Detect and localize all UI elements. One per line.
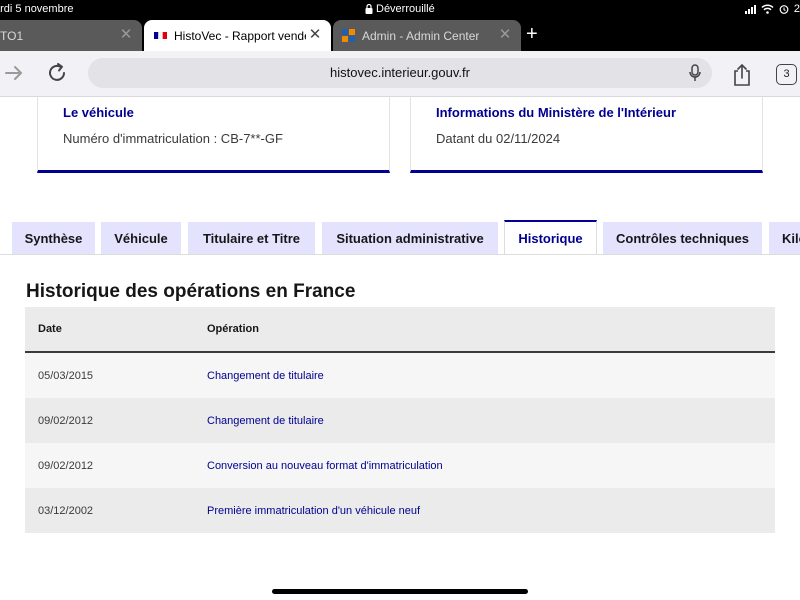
url-text: histovec.interieur.gouv.fr [330,65,470,80]
unlock-label: Déverrouillé [376,3,435,15]
address-bar[interactable]: histovec.interieur.gouv.fr [88,58,712,88]
browser-tab-title: HistoVec - Rapport vendeur [174,28,306,43]
status-bar: ardi 5 novembre Déverrouillé 2 [0,0,800,20]
history-panel: Historique des opérations en France Date… [0,255,800,600]
cellular-signal-icon [744,4,756,14]
alarm-icon [779,5,789,14]
browser-tab-active[interactable]: HistoVec - Rapport vendeur ✕ [144,20,331,51]
page-content: Le véhicule Numéro d'immatriculation : C… [0,97,800,600]
tab-historique[interactable]: Historique [504,220,597,254]
tab-titulaire[interactable]: Titulaire et Titre [188,222,315,254]
wifi-icon [761,4,774,14]
row-operation: Changement de titulaire [207,370,324,382]
forward-arrow-icon[interactable] [4,64,24,82]
card-text: Datant du 02/11/2024 [436,131,561,146]
ministry-card: Informations du Ministère de l'Intérieur… [410,97,763,173]
tab-count-button[interactable]: 3 [776,64,797,85]
row-date: 09/02/2012 [38,460,94,472]
vehicle-card: Le véhicule Numéro d'immatriculation : C… [37,97,390,173]
row-operation: Conversion au nouveau format d'immatricu… [207,460,443,472]
close-tab-icon[interactable]: ✕ [307,27,323,43]
lock-icon [365,4,373,14]
row-operation: Première immatriculation d'un véhicule n… [207,505,421,517]
reload-icon[interactable] [47,62,68,84]
card-title: Le véhicule [63,105,134,120]
section-title: Historique des opérations en France [26,281,356,302]
browser-tab-title: Admin - Admin Center [362,28,480,43]
row-date: 09/02/2012 [38,415,94,427]
share-icon[interactable] [731,63,753,87]
table-header: Date Opération [25,307,775,353]
row-date: 03/12/2002 [38,505,94,517]
status-indicators: 2 [744,3,800,15]
status-date: ardi 5 novembre [0,3,74,15]
row-operation: Changement de titulaire [207,415,324,427]
battery-level: 2 [793,3,800,15]
close-tab-icon[interactable]: ✕ [497,27,513,43]
row-date: 05/03/2015 [38,370,94,382]
admin-center-icon [342,29,355,42]
table-row: 09/02/2012 Changement de titulaire [25,398,775,443]
home-indicator[interactable] [272,589,528,594]
unlock-status: Déverrouillé [365,3,435,15]
browser-tab-title: TO1 [0,28,24,43]
table-body: 05/03/2015 Changement de titulaire 09/02… [25,353,775,533]
table-row: 05/03/2015 Changement de titulaire [25,353,775,398]
tab-vehicule[interactable]: Véhicule [101,222,181,254]
card-text: Numéro d'immatriculation : CB-7**-GF [63,131,283,146]
tab-controles-techniques[interactable]: Contrôles techniques [603,222,762,254]
french-flag-icon [154,32,167,39]
table-row: 03/12/2002 Première immatriculation d'un… [25,488,775,533]
history-table: Date Opération 05/03/2015 Changement de … [25,307,775,533]
table-row: 09/02/2012 Conversion au nouveau format … [25,443,775,488]
tab-kilometrage[interactable]: Kilo [769,222,800,254]
column-header-operation: Opération [207,323,259,335]
browser-tab-strip: TO1 ✕ HistoVec - Rapport vendeur ✕ Admin… [0,20,800,51]
tab-situation-administrative[interactable]: Situation administrative [322,222,498,254]
tab-synthese[interactable]: Synthèse [12,222,95,254]
browser-tab[interactable]: TO1 ✕ [0,20,142,51]
report-tabs: Synthèse Véhicule Titulaire et Titre Sit… [0,220,800,255]
card-title: Informations du Ministère de l'Intérieur [436,105,677,120]
mic-icon[interactable] [688,64,702,82]
browser-toolbar: histovec.interieur.gouv.fr 3 [0,51,800,97]
browser-tab[interactable]: Admin - Admin Center ✕ [333,20,521,51]
close-tab-icon[interactable]: ✕ [118,27,134,43]
column-header-date: Date [38,323,62,335]
new-tab-icon[interactable]: + [526,22,538,46]
